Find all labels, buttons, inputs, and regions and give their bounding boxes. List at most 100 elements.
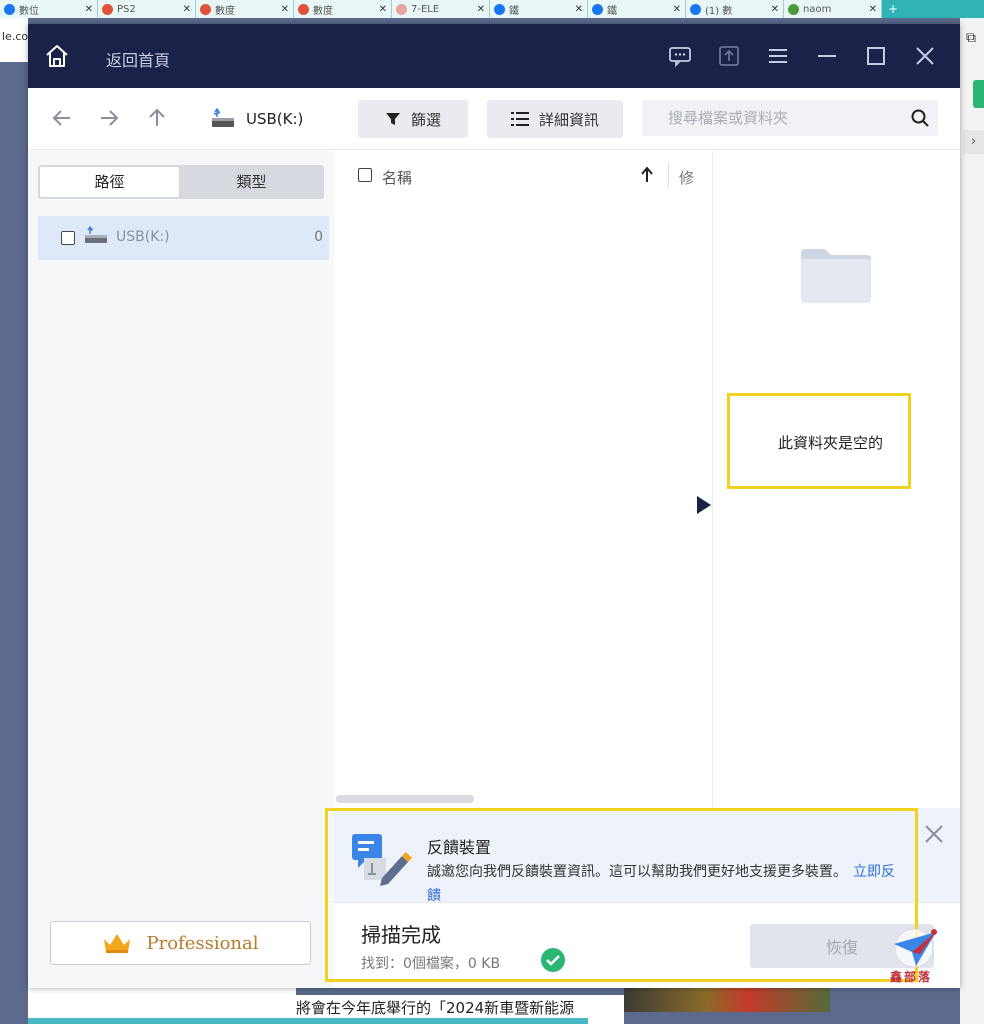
browser-left-sidebar xyxy=(0,62,28,1024)
tab-close-icon[interactable]: ✕ xyxy=(379,4,387,15)
collapse-preview-icon[interactable] xyxy=(697,496,711,514)
scan-status-bar: 掃描完成 找到：0個檔案，0 KB 恢復 xyxy=(334,902,960,988)
browser-tab-strip: 數位 ✕ PS2 ✕ 數度 ✕ 數度 ✕ 7-ELE ✕ 鐵 ✕ 鐵 ✕ (1) 數 ✕ naom ✕ + xyxy=(0,0,984,18)
filter-label: 篩選 xyxy=(410,111,441,129)
forward-arrow-icon[interactable] xyxy=(97,106,121,130)
feedback-body: 誠邀您向我們反饋裝置資訊。這可以幫助我們更好地支援更多裝置。 立即反饋 xyxy=(427,860,897,908)
tab-favicon-icon xyxy=(4,3,15,15)
sort-ascending-icon[interactable] xyxy=(640,167,654,183)
check-circle-icon xyxy=(541,948,565,972)
column-divider[interactable] xyxy=(668,163,669,187)
tab-label: 7-ELE xyxy=(411,3,440,15)
professional-label: Professional xyxy=(146,932,259,954)
tree-item-label: USB(K:) xyxy=(116,229,170,245)
search-input[interactable] xyxy=(642,100,902,136)
file-list: 名稱 修 xyxy=(334,151,712,831)
feedback-banner: 反饋裝置 誠邀您向我們反饋裝置資訊。這可以幫助我們更好地支援更多裝置。 立即反饋 xyxy=(334,808,960,904)
breadcrumb-drive-label: USB(K:) xyxy=(246,110,304,128)
side-expand-chevron-icon[interactable]: › xyxy=(963,130,984,154)
usb-drive-icon xyxy=(85,226,107,243)
feedback-device-icon xyxy=(352,834,412,886)
empty-folder-highlight: 此資料夾是空的 xyxy=(727,393,911,489)
tab-favicon-icon xyxy=(200,3,211,15)
minimize-icon[interactable] xyxy=(815,44,839,68)
tab-favicon-icon xyxy=(494,3,505,15)
usb-drive-icon xyxy=(212,108,234,127)
filter-icon xyxy=(385,113,400,125)
menu-icon[interactable] xyxy=(766,44,790,68)
watermark-text: 鑫部落 xyxy=(890,970,933,984)
tab-favicon-icon xyxy=(396,3,407,15)
tab-favicon-icon xyxy=(788,3,799,15)
tab-label: naom xyxy=(803,3,832,15)
scan-status-title: 掃描完成 xyxy=(361,923,441,947)
up-arrow-icon[interactable] xyxy=(145,106,169,130)
tab-close-icon[interactable]: ✕ xyxy=(477,4,485,15)
folder-icon xyxy=(801,249,871,303)
tree-item-count: 0 xyxy=(314,229,323,245)
close-banner-icon[interactable] xyxy=(924,824,944,844)
breadcrumb[interactable]: USB(K:) xyxy=(210,108,303,130)
extension-puzzle-icon[interactable]: ⧉ xyxy=(966,30,976,46)
tab-label: 鐵 xyxy=(509,5,519,17)
preview-panel: 此資料夾是空的 xyxy=(712,151,960,831)
tab-close-icon[interactable]: ✕ xyxy=(869,4,877,15)
recovery-app-window: 返回首頁 USB(K:) 篩選 詳細資訊 搜尋檔案或資料夾 路徑 類型 USB(… xyxy=(28,24,960,988)
upload-icon[interactable] xyxy=(717,44,741,68)
column-name-header[interactable]: 名稱 xyxy=(382,167,412,188)
list-icon xyxy=(510,112,529,126)
feedback-body-text: 誠邀您向我們反饋裝置資訊。這可以幫助我們更好地支援更多裝置。 xyxy=(427,864,847,880)
column-modified-header[interactable]: 修 xyxy=(679,167,694,188)
tab-close-icon[interactable]: ✕ xyxy=(183,4,191,15)
browser-tab[interactable]: (1) 數 ✕ xyxy=(686,0,784,18)
browser-tab[interactable]: 數位 ✕ xyxy=(0,0,98,18)
search-box xyxy=(642,100,938,136)
tab-favicon-icon xyxy=(298,3,309,15)
tab-favicon-icon xyxy=(592,3,603,15)
scan-found-count: 找到：0個檔案，0 KB xyxy=(361,956,501,972)
horizontal-scrollbar[interactable] xyxy=(336,795,474,803)
tab-close-icon[interactable]: ✕ xyxy=(281,4,289,15)
close-icon[interactable] xyxy=(913,44,937,68)
details-button[interactable]: 詳細資訊 xyxy=(487,100,623,138)
feedback-icon[interactable] xyxy=(668,44,692,68)
browser-tab[interactable]: naom ✕ xyxy=(784,0,882,18)
search-icon[interactable] xyxy=(910,108,930,128)
tab-close-icon[interactable]: ✕ xyxy=(771,4,779,15)
side-extension-badge[interactable] xyxy=(973,80,984,108)
tab-label: PS2 xyxy=(117,3,136,15)
behind-page-image xyxy=(624,988,830,1012)
maximize-icon[interactable] xyxy=(864,44,888,68)
browser-tab[interactable]: 數度 ✕ xyxy=(294,0,392,18)
details-label: 詳細資訊 xyxy=(538,111,599,129)
home-label[interactable]: 返回首頁 xyxy=(106,47,170,71)
file-list-header: 名稱 修 xyxy=(334,151,712,197)
tree-item-checkbox[interactable] xyxy=(61,231,75,245)
tab-favicon-icon xyxy=(102,3,113,15)
tab-close-icon[interactable]: ✕ xyxy=(673,4,681,15)
filter-button[interactable]: 篩選 xyxy=(358,100,468,138)
tab-label: 鐵 xyxy=(607,5,617,17)
select-all-checkbox[interactable] xyxy=(358,168,372,182)
back-arrow-icon[interactable] xyxy=(50,106,74,130)
browser-tab[interactable]: 數度 ✕ xyxy=(196,0,294,18)
view-toggle: 路徑 類型 xyxy=(38,165,324,199)
home-icon[interactable] xyxy=(44,43,70,69)
tab-label: 數度 xyxy=(215,5,235,17)
browser-tab[interactable]: 鐵 ✕ xyxy=(490,0,588,18)
tab-type[interactable]: 類型 xyxy=(181,167,322,197)
new-tab-icon[interactable]: + xyxy=(882,0,904,18)
address-text: le.co xyxy=(2,30,28,43)
tree-item-usb[interactable]: USB(K:) 0 xyxy=(38,216,329,260)
tab-close-icon[interactable]: ✕ xyxy=(575,4,583,15)
tab-path[interactable]: 路徑 xyxy=(40,167,179,197)
empty-folder-text: 此資料夾是空的 xyxy=(778,434,884,452)
professional-button[interactable]: Professional xyxy=(50,921,311,965)
browser-tab[interactable]: 鐵 ✕ xyxy=(588,0,686,18)
browser-tab[interactable]: 7-ELE ✕ xyxy=(392,0,490,18)
tab-label: (1) 數 xyxy=(705,5,733,17)
browser-tab[interactable]: PS2 ✕ xyxy=(98,0,196,18)
title-bar: 返回首頁 xyxy=(28,24,960,88)
address-bar-fragment[interactable]: le.co xyxy=(0,18,28,62)
tab-close-icon[interactable]: ✕ xyxy=(85,4,93,15)
